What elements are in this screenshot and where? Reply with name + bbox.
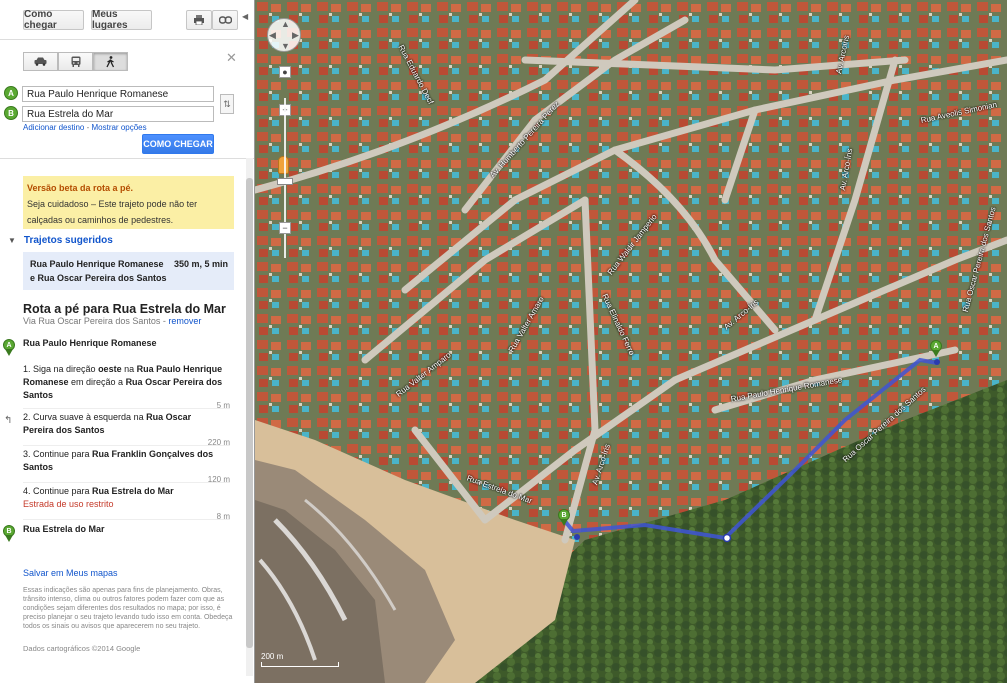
pan-left-icon[interactable]: ◀ <box>269 30 276 41</box>
waypoint-a: A <box>4 86 214 104</box>
swap-icon: ⇅ <box>223 98 231 109</box>
step-1-pre: 1. Siga na direção <box>23 364 99 374</box>
divider <box>0 158 254 159</box>
step-divider <box>23 482 230 483</box>
route-via: Via Rua Oscar Pereira dos Santos - remov… <box>23 316 201 326</box>
step-1-mid1: na <box>121 364 137 374</box>
scrollbar-thumb[interactable] <box>246 178 253 648</box>
add-destination-link[interactable]: Adicionar destino <box>23 123 84 132</box>
scale-bar <box>261 662 339 667</box>
zoom-out-button[interactable]: − <box>279 222 291 234</box>
get-directions-button[interactable]: Como chegar <box>23 9 84 31</box>
link-icon <box>218 16 232 24</box>
scale-label: 200 m <box>261 652 284 661</box>
pan-right-icon[interactable]: ▶ <box>292 30 299 41</box>
origin-field[interactable] <box>22 86 214 102</box>
marker-a-icon: A <box>4 86 18 100</box>
suggested-heading-label: Trajetos sugeridos <box>23 235 113 246</box>
route-start: Rua Paulo Henrique Romanese <box>23 338 157 348</box>
step-divider <box>23 519 230 520</box>
suggested-route-distance: 350 m, 5 min <box>173 259 228 269</box>
satellite-map[interactable]: A B Rua Eduardo Decf Av. Humberto Pereir… <box>255 0 1007 683</box>
car-icon <box>34 57 47 66</box>
suggested-route-name: Rua Paulo Henrique Romanese e Rua Oscar … <box>30 259 167 283</box>
beta-text: Seja cuidadoso – Este trajeto pode não t… <box>27 199 198 225</box>
step-1-direction: oeste <box>98 364 122 374</box>
step-4-street: Rua Estrela do Mar <box>92 486 174 496</box>
step-2[interactable]: 2. Curva suave à esquerda na Rua Oscar P… <box>23 411 223 437</box>
save-to-my-maps-link[interactable]: Salvar em Meus mapas <box>23 568 118 578</box>
reset-icon[interactable]: ● <box>279 66 291 78</box>
destination-field[interactable] <box>22 106 214 122</box>
step-1-mid2: em direção a <box>68 377 126 387</box>
print-icon <box>194 15 204 25</box>
waypoint-links: Adicionar destino - Mostrar opções <box>23 123 147 132</box>
zoom-slider-thumb[interactable] <box>277 178 293 185</box>
suggested-route-item[interactable]: Rua Paulo Henrique Romanese e Rua Oscar … <box>23 252 234 290</box>
travel-mode-tabs <box>23 52 128 71</box>
mode-transit-button[interactable] <box>58 52 93 71</box>
step-divider <box>23 408 230 409</box>
mode-walk-button[interactable] <box>93 52 128 71</box>
beta-title: Versão beta da rota a pé. <box>27 183 134 193</box>
step-3[interactable]: 3. Continue para Rua Franklin Gonçalves … <box>23 448 223 474</box>
beta-warning-box: Versão beta da rota a pé. Seja cuidadoso… <box>23 176 234 229</box>
slight-left-icon: ↰ <box>4 415 13 426</box>
step-4-restriction-note: Estrada de uso restrito <box>23 499 114 509</box>
route-via-text: Via Rua Oscar Pereira dos Santos - <box>23 316 169 326</box>
suggested-routes-heading[interactable]: ▼ Trajetos sugeridos <box>8 235 113 246</box>
show-options-link[interactable]: Mostrar opções <box>91 123 146 132</box>
maps-app: Como chegar Meus lugares ◀ ✕ A Rua Paulo… <box>0 0 1007 683</box>
pan-control[interactable]: ▲ ▼ ◀ ▶ <box>267 18 301 52</box>
map-data-copyright: Dados cartográficos ©2014 Google <box>23 644 141 653</box>
route-title: Rota a pé para Rua Estrela do Mar <box>23 302 226 316</box>
map-marker-a-icon[interactable]: A <box>930 340 942 358</box>
transit-icon <box>71 56 80 67</box>
route-end: Rua Estrela do Mar <box>23 524 105 534</box>
pan-down-icon[interactable]: ▼ <box>281 41 290 51</box>
waypoint-b: B <box>4 106 214 124</box>
link-button[interactable] <box>212 10 238 30</box>
disclaimer-text: Essas indicações são apenas para fins de… <box>23 587 233 630</box>
map-marker-b-icon[interactable]: B <box>558 509 570 527</box>
directions-panel: Como chegar Meus lugares ◀ ✕ A Rua Paulo… <box>0 0 255 683</box>
collapse-triangle-icon: ▼ <box>8 236 16 245</box>
pan-up-icon[interactable]: ▲ <box>281 19 290 29</box>
close-icon[interactable]: ✕ <box>226 50 237 66</box>
my-places-button[interactable]: Meus lugares <box>91 9 152 31</box>
step-4[interactable]: 4. Continue para Rua Estrela do Mar Estr… <box>23 485 223 511</box>
panel-scrollbar[interactable] <box>246 158 253 676</box>
step-4-pre: 4. Continue para <box>23 486 93 496</box>
start-pin-icon: A <box>3 339 15 357</box>
get-directions-submit-button[interactable]: COMO CHEGAR <box>142 134 214 154</box>
top-toolbar: Como chegar Meus lugares ◀ <box>0 0 254 40</box>
end-pin-icon: B <box>3 525 15 543</box>
step-divider <box>23 445 230 446</box>
step-2-pre: 2. Curva suave à esquerda na <box>23 412 147 422</box>
mode-car-button[interactable] <box>23 52 58 71</box>
step-1[interactable]: 1. Siga na direção oeste na Rua Paulo He… <box>23 363 223 402</box>
walk-icon <box>106 55 115 67</box>
zoom-control: ● + − <box>277 66 293 258</box>
print-button[interactable] <box>186 10 212 30</box>
remove-link[interactable]: remover <box>168 316 201 326</box>
step-3-pre: 3. Continue para <box>23 449 93 459</box>
collapse-panel-icon[interactable]: ◀ <box>242 12 248 21</box>
marker-b-icon: B <box>4 106 18 120</box>
swap-waypoints-button[interactable]: ⇅ <box>220 94 234 114</box>
